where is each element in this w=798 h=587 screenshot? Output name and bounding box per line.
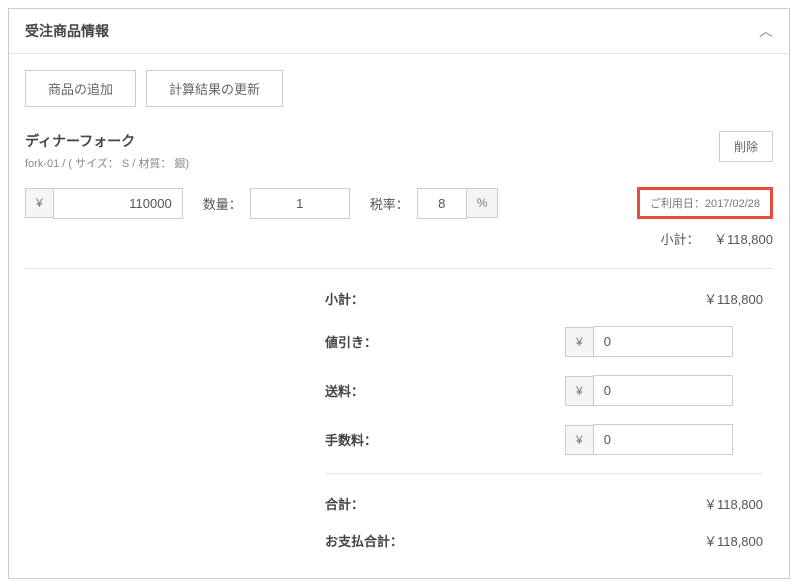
currency-addon: ¥: [25, 188, 53, 218]
product-input-row: ¥ 数量： 税率： % ご利用日：2017/02/28: [25, 187, 773, 219]
top-button-row: 商品の追加 計算結果の更新: [25, 70, 773, 107]
panel-title: 受注商品情報: [25, 21, 109, 41]
panel-header[interactable]: 受注商品情報 ︿: [9, 9, 789, 54]
product-info: ディナーフォーク fork-01 / ( サイズ： S / 材質： 銀): [25, 131, 189, 171]
summary-total-value: ￥118,800: [565, 494, 763, 513]
tax-input[interactable]: [417, 188, 467, 219]
line-subtotal: 小計： ￥118,800: [25, 229, 773, 248]
summary-section: 小計： ￥118,800 値引き： ¥ 送料： ¥: [25, 289, 773, 562]
qty-label: 数量：: [203, 194, 242, 213]
currency-addon: ¥: [565, 425, 593, 455]
order-product-panel: 受注商品情報 ︿ 商品の追加 計算結果の更新 ディナーフォーク fork-01 …: [8, 8, 790, 579]
summary-discount-row: 値引き： ¥: [325, 326, 763, 357]
panel-body: 商品の追加 計算結果の更新 ディナーフォーク fork-01 / ( サイズ： …: [9, 54, 789, 578]
delete-button[interactable]: 削除: [719, 131, 773, 162]
product-code: fork-01 / ( サイズ： S / 材質： 銀): [25, 155, 189, 171]
qty-group: 数量：: [203, 188, 350, 219]
shipping-input[interactable]: [593, 375, 733, 406]
currency-addon: ¥: [565, 327, 593, 357]
tax-group: 税率： %: [370, 188, 499, 219]
product-head: ディナーフォーク fork-01 / ( サイズ： S / 材質： 銀) 削除: [25, 131, 773, 171]
recalculate-button[interactable]: 計算結果の更新: [146, 70, 283, 107]
shipping-input-group: ¥: [565, 375, 733, 406]
fee-input[interactable]: [593, 424, 733, 455]
fee-input-group: ¥: [565, 424, 733, 455]
line-subtotal-value: ￥118,800: [714, 232, 773, 247]
summary-block-1: 小計： ￥118,800 値引き： ¥ 送料： ¥: [325, 289, 763, 474]
usage-date-highlight: ご利用日：2017/02/28: [637, 187, 773, 219]
currency-addon: ¥: [565, 376, 593, 406]
summary-subtotal-row: 小計： ￥118,800: [325, 289, 763, 308]
percent-addon: %: [467, 188, 499, 218]
summary-subtotal-value: ￥118,800: [565, 289, 763, 308]
tax-label: 税率：: [370, 194, 409, 213]
qty-input[interactable]: [250, 188, 350, 219]
summary-shipping-label: 送料：: [325, 381, 565, 400]
summary-shipping-row: 送料： ¥: [325, 375, 763, 406]
line-subtotal-label: 小計：: [661, 232, 700, 247]
summary-payment-row: お支払合計： ￥118,800: [325, 531, 763, 550]
discount-input[interactable]: [593, 326, 733, 357]
summary-discount-label: 値引き：: [325, 332, 565, 351]
product-name: ディナーフォーク: [25, 131, 189, 151]
discount-input-group: ¥: [565, 326, 733, 357]
summary-total-row: 合計： ￥118,800: [325, 494, 763, 513]
summary-payment-value: ￥118,800: [565, 531, 763, 550]
add-product-button[interactable]: 商品の追加: [25, 70, 136, 107]
chevron-up-icon: ︿: [759, 21, 773, 41]
product-block: ディナーフォーク fork-01 / ( サイズ： S / 材質： 銀) 削除 …: [25, 131, 773, 269]
summary-total-label: 合計：: [325, 494, 565, 513]
summary-payment-label: お支払合計：: [325, 531, 565, 550]
price-input[interactable]: [53, 188, 183, 219]
summary-fee-label: 手数料：: [325, 430, 565, 449]
price-input-group: ¥: [25, 188, 183, 219]
summary-subtotal-label: 小計：: [325, 289, 565, 308]
summary-fee-row: 手数料： ¥: [325, 424, 763, 455]
